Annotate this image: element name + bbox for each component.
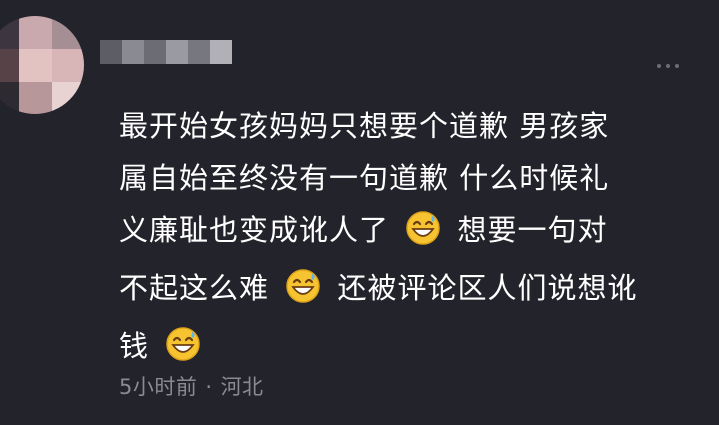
comment-time: 5小时前 bbox=[119, 375, 198, 399]
dot-icon bbox=[666, 64, 670, 68]
comment-line: 义廉耻也变成讹人了 想要一句对 bbox=[119, 204, 709, 262]
avatar[interactable] bbox=[0, 16, 84, 114]
comment-text: 还被评论区人们说想讹 bbox=[337, 271, 638, 305]
comment-line: 属自始至终没有一句道歉 什么时候礼 bbox=[119, 161, 610, 195]
comment-text: 想要一句对 bbox=[457, 213, 608, 247]
grinning-sweat-emoji-icon bbox=[405, 210, 441, 262]
grinning-sweat-emoji-icon bbox=[285, 268, 321, 320]
comment-text: 不起这么难 bbox=[119, 271, 270, 305]
meta-separator: · bbox=[205, 375, 213, 399]
comment-text: 义廉耻也变成讹人了 bbox=[119, 213, 390, 247]
comment-line: 钱 bbox=[119, 320, 709, 378]
dot-icon bbox=[675, 64, 679, 68]
comment-location: 河北 bbox=[220, 375, 264, 399]
comment-line: 最开始女孩妈妈只想要个道歉 男孩家 bbox=[119, 109, 610, 143]
comment-line: 不起这么难 还被评论区人们说想讹 bbox=[119, 262, 709, 320]
comment-body: 最开始女孩妈妈只想要个道歉 男孩家 属自始至终没有一句道歉 什么时候礼 义廉耻也… bbox=[119, 100, 709, 378]
comment-card: 最开始女孩妈妈只想要个道歉 男孩家 属自始至终没有一句道歉 什么时候礼 义廉耻也… bbox=[0, 0, 719, 425]
comment-meta: 5小时前 · 河北 bbox=[119, 371, 264, 401]
more-options-button[interactable] bbox=[657, 64, 679, 68]
dot-icon bbox=[657, 64, 661, 68]
comment-text: 钱 bbox=[119, 329, 150, 363]
username-blurred[interactable] bbox=[100, 40, 232, 64]
